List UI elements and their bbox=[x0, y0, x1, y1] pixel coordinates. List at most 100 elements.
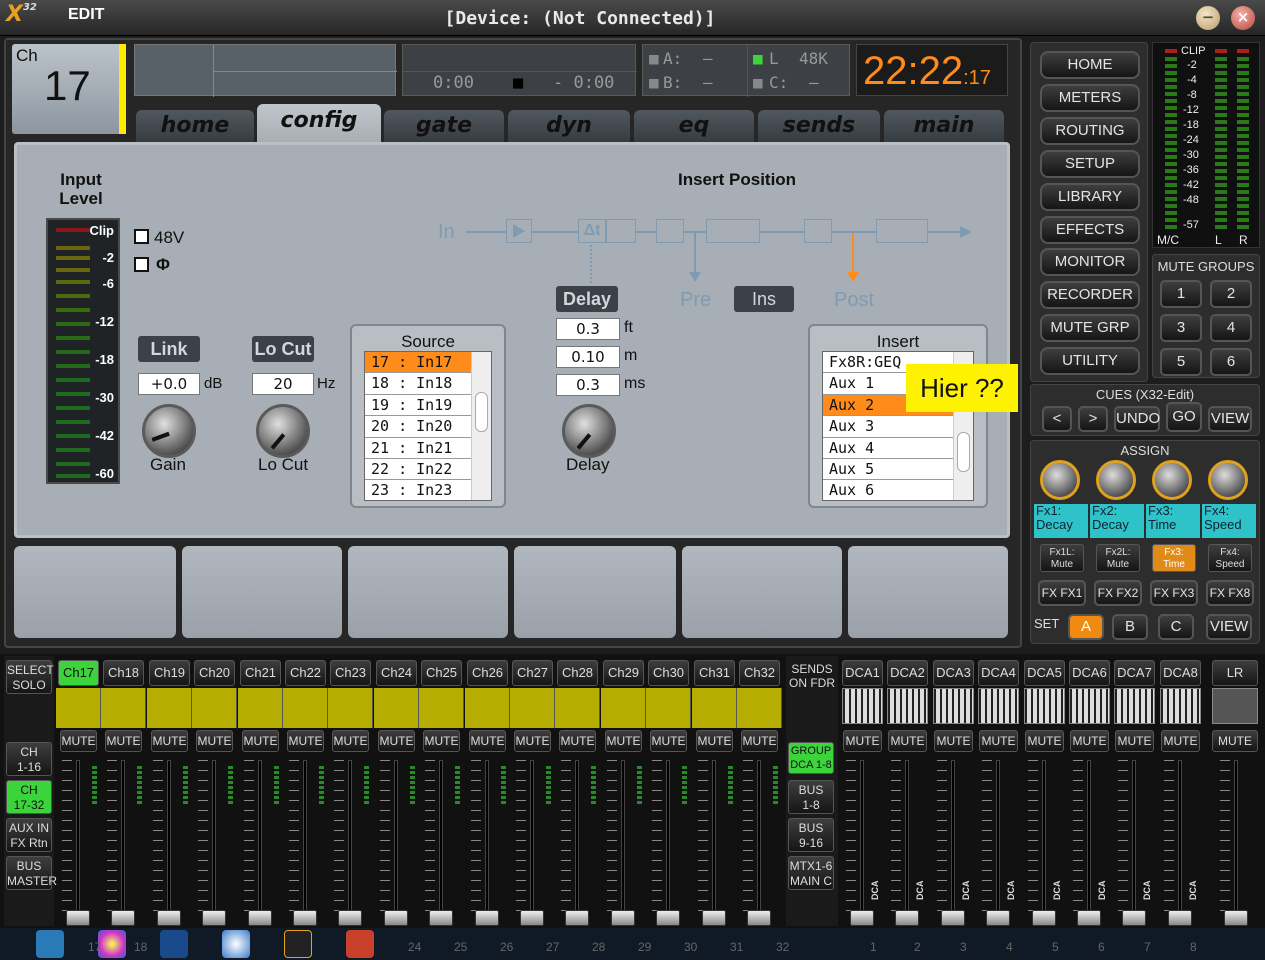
dca-name-button[interactable]: DCA3 bbox=[933, 660, 974, 686]
channel-fader[interactable] bbox=[475, 910, 499, 926]
list-item[interactable]: Aux 5 bbox=[823, 459, 973, 481]
set-b-button[interactable]: B bbox=[1112, 614, 1148, 640]
mute-group-6-button[interactable]: 6 bbox=[1210, 348, 1252, 376]
layer-ch17-32-button[interactable]: CH 17-32 bbox=[6, 780, 52, 814]
dca-name-button[interactable]: DCA4 bbox=[978, 660, 1019, 686]
channel-name-button[interactable]: Ch21 bbox=[240, 660, 281, 686]
assign-button-4[interactable]: Fx4: Speed bbox=[1208, 544, 1252, 572]
set-view-button[interactable]: VIEW bbox=[1206, 614, 1252, 640]
dca-fader[interactable] bbox=[1168, 910, 1192, 926]
assign-knob-4[interactable] bbox=[1208, 460, 1248, 500]
dca-mute-button[interactable]: MUTE bbox=[1025, 730, 1064, 752]
assign-button-3[interactable]: Fx3: Time bbox=[1152, 544, 1196, 572]
channel-name-button[interactable]: Ch24 bbox=[376, 660, 417, 686]
nav-recorder-button[interactable]: RECORDER bbox=[1040, 281, 1140, 309]
fx-fx3-button[interactable]: FX FX3 bbox=[1150, 580, 1198, 606]
channel-mute-button[interactable]: MUTE bbox=[650, 730, 687, 752]
channel-mute-button[interactable]: MUTE bbox=[514, 730, 551, 752]
nav-routing-button[interactable]: ROUTING bbox=[1040, 117, 1140, 145]
set-c-button[interactable]: C bbox=[1158, 614, 1194, 640]
list-item[interactable]: Aux 6 bbox=[823, 480, 973, 500]
source-list[interactable]: 17 : In17 18 : In18 19 : In19 20 : In20 … bbox=[364, 351, 492, 501]
set-a-button[interactable]: A bbox=[1068, 614, 1104, 640]
nav-meters-button[interactable]: METERS bbox=[1040, 84, 1140, 112]
cue-undo-button[interactable]: UNDO bbox=[1114, 406, 1160, 432]
nav-home-button[interactable]: HOME bbox=[1040, 51, 1140, 79]
tab-main[interactable]: main bbox=[884, 110, 1004, 142]
dca-name-button[interactable]: DCA6 bbox=[1069, 660, 1110, 686]
mute-group-2-button[interactable]: 2 bbox=[1210, 280, 1252, 308]
dca-mute-button[interactable]: MUTE bbox=[1115, 730, 1154, 752]
mute-group-1-button[interactable]: 1 bbox=[1160, 280, 1202, 308]
skype-icon[interactable] bbox=[36, 930, 64, 958]
locut-knob[interactable] bbox=[256, 404, 310, 458]
channel-fader[interactable] bbox=[565, 910, 589, 926]
delay-button[interactable]: Delay bbox=[556, 286, 618, 312]
channel-mute-button[interactable]: MUTE bbox=[332, 730, 369, 752]
dca-fader[interactable] bbox=[1077, 910, 1101, 926]
channel-fader[interactable] bbox=[338, 910, 362, 926]
dca-name-button[interactable]: DCA8 bbox=[1160, 660, 1201, 686]
dca-mute-button[interactable]: MUTE bbox=[1161, 730, 1200, 752]
nav-setup-button[interactable]: SETUP bbox=[1040, 150, 1140, 178]
insert-ins-button[interactable]: Ins bbox=[734, 286, 794, 312]
tab-gate[interactable]: gate bbox=[384, 110, 504, 142]
dca-name-button[interactable]: DCA5 bbox=[1024, 660, 1065, 686]
channel-fader[interactable] bbox=[157, 910, 181, 926]
dca-name-button[interactable]: DCA7 bbox=[1114, 660, 1155, 686]
channel-fader[interactable] bbox=[747, 910, 771, 926]
assign-button-2[interactable]: Fx2L: Mute bbox=[1096, 544, 1140, 572]
dca-fader[interactable] bbox=[895, 910, 919, 926]
tab-config[interactable]: config bbox=[257, 104, 381, 142]
dca-fader[interactable] bbox=[1032, 910, 1056, 926]
insert-post-option[interactable]: Post bbox=[834, 289, 874, 312]
channel-name-button[interactable]: Ch20 bbox=[194, 660, 235, 686]
lr-name[interactable]: LR bbox=[1212, 660, 1258, 686]
channel-mute-button[interactable]: MUTE bbox=[423, 730, 460, 752]
delay-ft-field[interactable]: 0.3 bbox=[556, 318, 620, 340]
channel-name-button[interactable]: Ch30 bbox=[648, 660, 689, 686]
nav-mutegrp-button[interactable]: MUTE GRP bbox=[1040, 314, 1140, 342]
nav-utility-button[interactable]: UTILITY bbox=[1040, 347, 1140, 375]
fx-fx8-button[interactable]: FX FX8 bbox=[1206, 580, 1254, 606]
cue-go-button[interactable]: GO bbox=[1166, 402, 1202, 432]
channel-fader[interactable] bbox=[66, 910, 90, 926]
channel-mute-button[interactable]: MUTE bbox=[605, 730, 642, 752]
channel-name-button[interactable]: Ch17 bbox=[58, 660, 99, 686]
fx-fx1-button[interactable]: FX FX1 bbox=[1038, 580, 1086, 606]
mute-group-3-button[interactable]: 3 bbox=[1160, 314, 1202, 342]
layer-bus-master-button[interactable]: BUS MASTER bbox=[6, 856, 57, 890]
channel-mute-button[interactable]: MUTE bbox=[60, 730, 97, 752]
tab-eq[interactable]: eq bbox=[634, 110, 754, 142]
lr-fader[interactable] bbox=[1224, 910, 1248, 926]
channel-fader[interactable] bbox=[293, 910, 317, 926]
channel-mute-button[interactable]: MUTE bbox=[242, 730, 279, 752]
channel-mute-button[interactable]: MUTE bbox=[469, 730, 506, 752]
dca-mute-button[interactable]: MUTE bbox=[979, 730, 1018, 752]
channel-name-button[interactable]: Ch28 bbox=[557, 660, 598, 686]
channel-mute-button[interactable]: MUTE bbox=[696, 730, 733, 752]
channel-fader[interactable] bbox=[656, 910, 680, 926]
waveform-icon[interactable] bbox=[160, 930, 188, 958]
assign-knob-1[interactable] bbox=[1040, 460, 1080, 500]
source-scrollbar[interactable] bbox=[471, 352, 491, 500]
dca-name-button[interactable]: DCA1 bbox=[842, 660, 883, 686]
channel-fader[interactable] bbox=[702, 910, 726, 926]
cue-prev-button[interactable]: < bbox=[1042, 406, 1072, 432]
sends-bus1-8-button[interactable]: BUS 1-8 bbox=[788, 780, 834, 814]
channel-mute-button[interactable]: MUTE bbox=[151, 730, 188, 752]
channel-name-button[interactable]: Ch23 bbox=[330, 660, 371, 686]
dca-mute-button[interactable]: MUTE bbox=[1070, 730, 1109, 752]
channel-name-button[interactable]: Ch31 bbox=[694, 660, 735, 686]
phase-invert-checkbox[interactable] bbox=[134, 257, 149, 272]
dca-mute-button[interactable]: MUTE bbox=[888, 730, 927, 752]
channel-fader[interactable] bbox=[202, 910, 226, 926]
lr-mute-button[interactable]: MUTE bbox=[1212, 730, 1258, 752]
channel-mute-button[interactable]: MUTE bbox=[559, 730, 596, 752]
sends-bus9-16-button[interactable]: BUS 9-16 bbox=[788, 818, 834, 852]
gain-knob[interactable] bbox=[142, 404, 196, 458]
channel-fader[interactable] bbox=[248, 910, 272, 926]
channel-mute-button[interactable]: MUTE bbox=[196, 730, 233, 752]
list-item[interactable]: Aux 3 bbox=[823, 416, 973, 438]
sends-mtx-main-button[interactable]: MTX1-6 MAIN C bbox=[788, 856, 834, 890]
